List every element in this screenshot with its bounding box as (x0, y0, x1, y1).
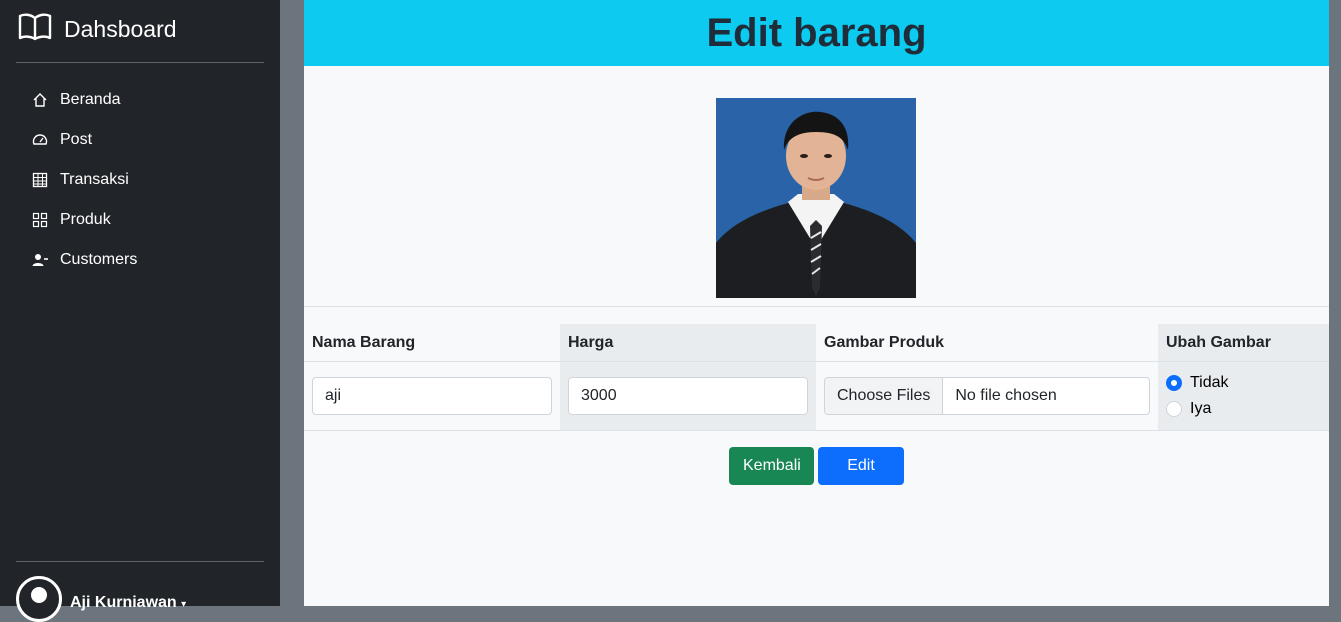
user-name: Aji Kurniawan ▾ (70, 594, 187, 611)
sidebar-item-produk[interactable]: Produk (16, 200, 264, 240)
right-gutter (1329, 0, 1341, 606)
choose-files-button[interactable]: Choose Files (825, 378, 944, 414)
caret-down-icon: ▾ (181, 599, 187, 610)
table-icon (32, 172, 48, 188)
sidebar-item-label: Transaksi (60, 171, 129, 188)
sidebar-item-post[interactable]: Post (16, 120, 264, 160)
sidebar-item-customers[interactable]: Customers (16, 240, 264, 280)
page-header: Edit barang (304, 0, 1329, 66)
harga-input[interactable] (568, 377, 808, 415)
user-dropdown[interactable]: Aji Kurniawan ▾ (16, 576, 186, 622)
left-gutter (280, 0, 304, 606)
sidebar-item-beranda[interactable]: Beranda (16, 80, 264, 120)
divider (16, 62, 264, 63)
sidebar-item-label: Customers (60, 251, 138, 268)
edit-button[interactable]: Edit (818, 447, 904, 485)
book-icon (18, 12, 52, 46)
home-icon (32, 92, 48, 108)
person-icon (32, 252, 48, 268)
column-header: Harga (560, 324, 816, 362)
table-row: Choose Files No file chosen Tidak Iya (304, 361, 1329, 431)
radio-tidak[interactable]: Tidak (1166, 370, 1321, 396)
file-status: No file chosen (955, 387, 1057, 404)
brand[interactable]: Dahsboard (18, 12, 177, 46)
speedometer-icon (32, 132, 48, 148)
sidebar: Dahsboard Beranda Post Transaksi Produk … (0, 0, 280, 622)
product-image (716, 98, 916, 298)
column-header: Nama Barang (304, 324, 560, 362)
edit-form-table: Nama Barang Harga Gambar Produk Ubah Gam… (304, 324, 1329, 431)
divider (304, 306, 1329, 307)
nama-cell (304, 361, 560, 431)
harga-cell (560, 361, 816, 431)
ubah-gambar-cell: Tidak Iya (1158, 361, 1329, 431)
kembali-button[interactable]: Kembali (729, 447, 814, 485)
sidebar-item-label: Beranda (60, 91, 121, 108)
avatar (16, 576, 62, 622)
brand-title: Dahsboard (64, 15, 177, 42)
radio-checked[interactable] (1166, 375, 1182, 391)
page-title: Edit barang (706, 10, 927, 55)
main-content: Edit barang Nama Barang Harga Gambar Pro… (304, 0, 1329, 606)
radio-unchecked[interactable] (1166, 401, 1182, 417)
sidebar-nav: Beranda Post Transaksi Produk Customers (16, 80, 264, 280)
column-header: Gambar Produk (816, 324, 1158, 362)
radio-iya[interactable]: Iya (1166, 396, 1321, 422)
nama-barang-input[interactable] (312, 377, 552, 415)
divider (16, 561, 264, 562)
grid-icon (32, 212, 48, 228)
radio-label: Tidak (1190, 374, 1229, 391)
gambar-cell: Choose Files No file chosen (816, 361, 1158, 431)
radio-label: Iya (1190, 400, 1212, 417)
sidebar-item-label: Post (60, 131, 93, 148)
sidebar-item-label: Produk (60, 211, 111, 228)
form-actions: Kembali Edit (729, 447, 904, 485)
column-header: Ubah Gambar (1158, 324, 1329, 362)
sidebar-item-transaksi[interactable]: Transaksi (16, 160, 264, 200)
file-input[interactable]: Choose Files No file chosen (824, 377, 1150, 415)
